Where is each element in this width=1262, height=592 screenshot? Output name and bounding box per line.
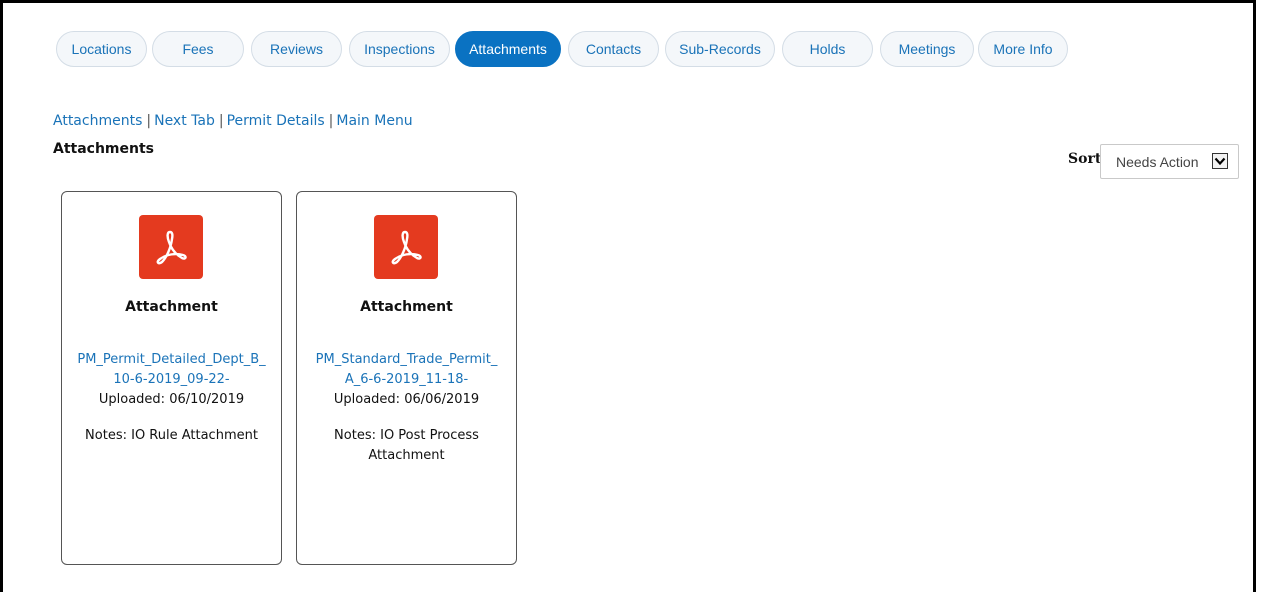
tab-reviews[interactable]: Reviews (251, 31, 342, 67)
tab-attachments[interactable]: Attachments (455, 31, 561, 67)
uploaded-date: Uploaded: 06/10/2019 (98, 392, 245, 407)
pdf-icon[interactable] (374, 215, 438, 279)
breadcrumb: Attachments | Next Tab | Permit Details … (53, 113, 413, 129)
tab-inspections[interactable]: Inspections (349, 31, 450, 67)
uploaded-date: Uploaded: 06/06/2019 (333, 392, 480, 407)
tab-meetings[interactable]: Meetings (880, 31, 974, 67)
chevron-down-icon[interactable] (1212, 153, 1228, 169)
attachment-title: Attachment (360, 299, 453, 315)
attachment-title: Attachment (125, 299, 218, 315)
file-name-line: A_6-6-2019_11-18- (344, 372, 469, 387)
breadcrumb-next-tab[interactable]: Next Tab (154, 113, 215, 129)
breadcrumb-separator: | (328, 113, 334, 129)
section-title: Attachments (53, 141, 155, 157)
attachment-card: Attachment PM_Standard_Trade_Permit_ A_6… (296, 191, 517, 565)
tab-sub-records[interactable]: Sub-Records (665, 31, 775, 67)
pdf-icon[interactable] (139, 215, 203, 279)
breadcrumb-attachments[interactable]: Attachments (53, 113, 142, 129)
tab-locations[interactable]: Locations (56, 31, 147, 67)
tab-holds[interactable]: Holds (782, 31, 873, 67)
file-name-line: PM_Standard_Trade_Permit_ (315, 352, 498, 367)
breadcrumb-separator: | (218, 113, 224, 129)
sort-dropdown[interactable]: Needs Action (1100, 144, 1239, 179)
file-name-line: PM_Permit_Detailed_Dept_B_ (77, 352, 266, 367)
attachment-file-link[interactable]: PM_Standard_Trade_Permit_ A_6-6-2019_11-… (305, 350, 508, 390)
breadcrumb-separator: | (146, 113, 152, 129)
attachment-notes: Notes: IO Post Process Attachment (334, 428, 479, 463)
attachment-notes: Notes: IO Rule Attachment (85, 428, 258, 443)
tab-more-info[interactable]: More Info (978, 31, 1068, 67)
attachment-card: Attachment PM_Permit_Detailed_Dept_B_ 10… (61, 191, 282, 565)
sort-label: Sort (1068, 151, 1102, 167)
breadcrumb-main-menu[interactable]: Main Menu (336, 113, 412, 129)
attachment-file-link[interactable]: PM_Permit_Detailed_Dept_B_ 10-6-2019_09-… (70, 350, 273, 390)
breadcrumb-permit-details[interactable]: Permit Details (227, 113, 325, 129)
tab-fees[interactable]: Fees (152, 31, 244, 67)
tab-contacts[interactable]: Contacts (568, 31, 659, 67)
file-name-line: 10-6-2019_09-22- (113, 372, 230, 387)
sort-selected-value: Needs Action (1116, 154, 1199, 170)
